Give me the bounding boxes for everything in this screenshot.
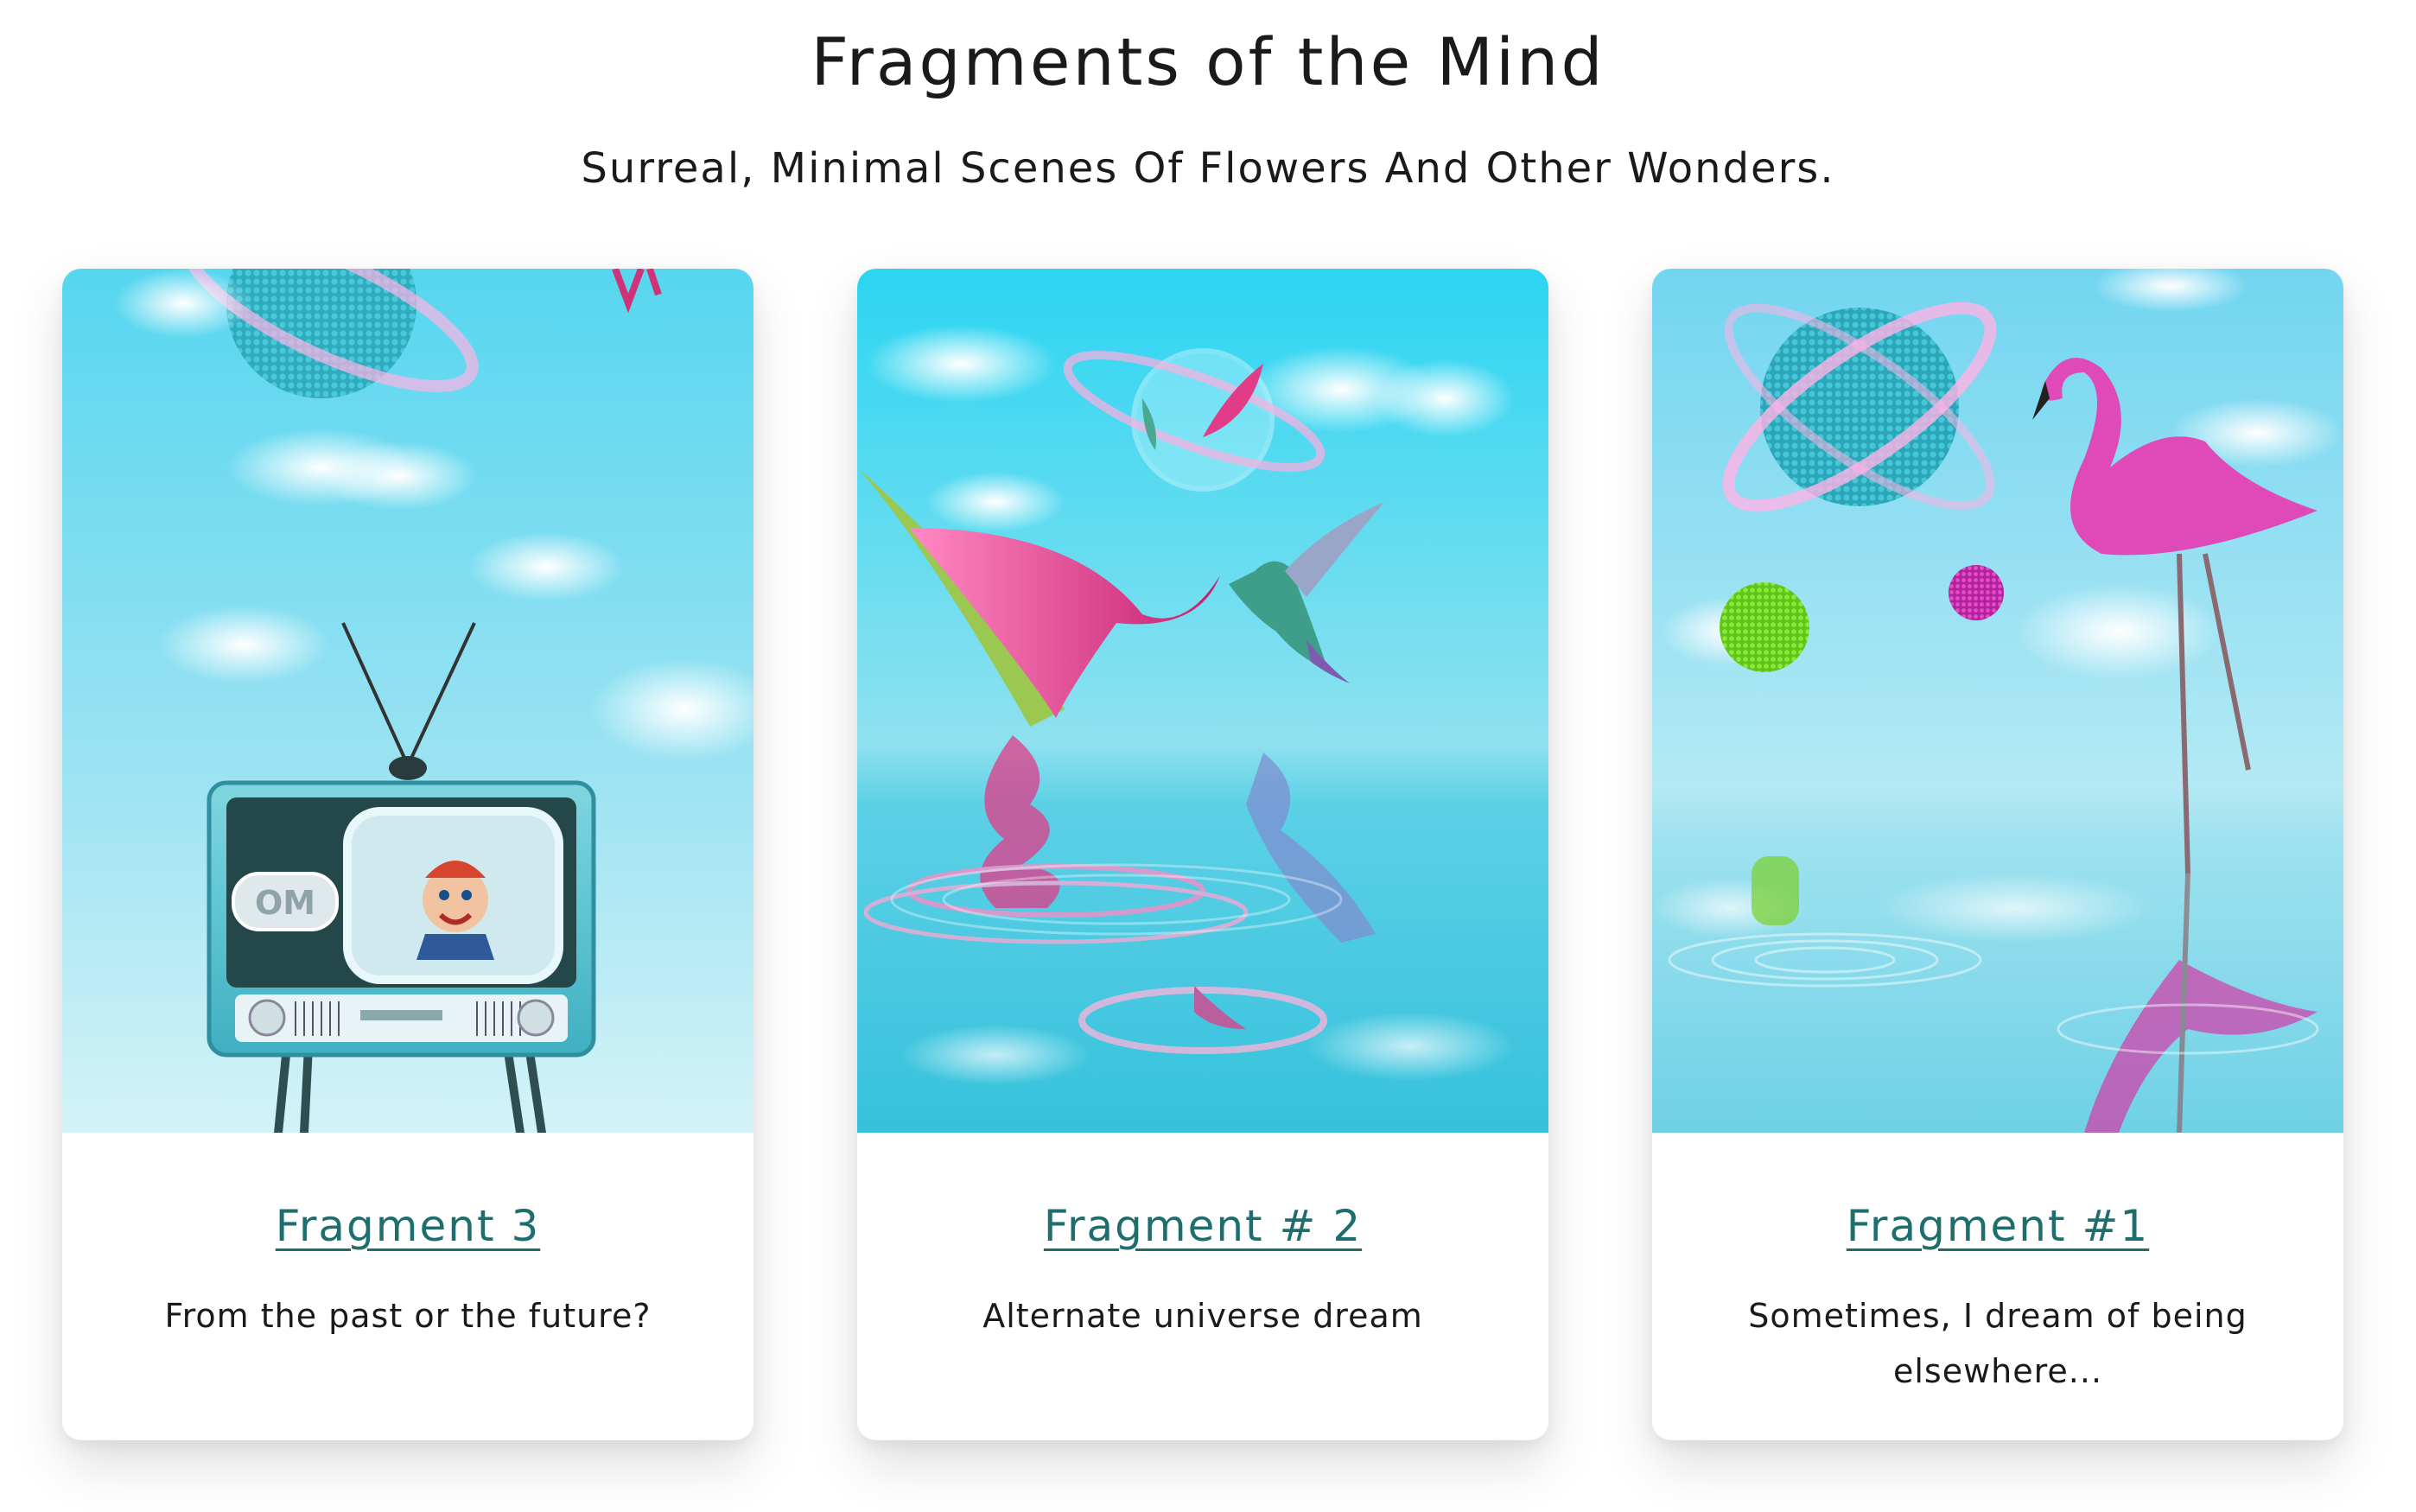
card-description: From the past or the future? <box>164 1297 652 1335</box>
card-description: Alternate universe dream <box>982 1297 1423 1335</box>
page-subtitle: Surreal, Minimal Scenes Of Flowers And O… <box>581 144 1835 193</box>
card-image-retro-tv[interactable]: OM <box>62 269 753 1133</box>
card-image-hummingbird-lily[interactable] <box>857 269 1548 1133</box>
gallery-card: Fragment #1 Sometimes, I dream of being … <box>1652 269 2343 1440</box>
tv-badge: OM <box>255 884 315 922</box>
gallery-card: Fragment # 2 Alternate universe dream <box>857 269 1548 1440</box>
card-description: Sometimes, I dream of being elsewhere... <box>1748 1297 2248 1390</box>
card-image-flamingo-planet[interactable] <box>1652 269 2343 1133</box>
gallery-card: OM Fragment 3 From the past or the futur… <box>62 269 753 1440</box>
card-title-link[interactable]: Fragment 3 <box>62 1195 753 1257</box>
page-title: Fragments of the Mind <box>811 23 1605 100</box>
card-title-link[interactable]: Fragment # 2 <box>857 1195 1548 1257</box>
card-title-link[interactable]: Fragment #1 <box>1652 1195 2343 1257</box>
